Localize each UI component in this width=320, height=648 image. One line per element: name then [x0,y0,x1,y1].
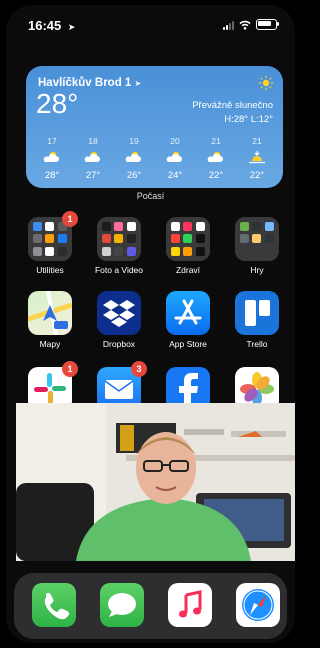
dock [14,573,287,639]
folder-foto-a-video[interactable]: Foto a Video [93,217,145,275]
forecast-item: 21 22° [196,136,236,181]
forecast-item: 17 28° [32,136,72,181]
weather-widget[interactable]: Havlíčkův Brod 1 ➤ 28° Převážně slunečno… [26,66,283,188]
folder-icon [235,217,279,261]
partly-sunny-icon [73,150,113,168]
video-frame [16,403,295,561]
phone-icon [32,583,76,627]
notification-badge: 1 [62,361,78,377]
partly-sunny-icon [32,150,72,168]
forecast-temp: 22° [208,170,224,181]
cellular-signal-icon [223,20,234,30]
music-icon [168,583,212,627]
app-label: Dropbox [102,339,136,349]
forecast-hour: 21 [252,136,262,146]
forecast-hour: 20 [170,136,180,146]
forecast-hour: 21 [211,136,221,146]
forecast-item: 18 27° [73,136,113,181]
location-arrow-icon: ➤ [134,79,142,88]
dropbox-icon [97,291,141,335]
forecast-hour: 19 [129,136,139,146]
weather-widget-label: Počasí [136,191,165,201]
folder-zdravi[interactable]: Zdraví [162,217,214,275]
forecast-item: 19 26° [114,136,154,181]
maps-icon [27,290,73,336]
partly-sunny-icon [155,150,195,168]
folder-icon [97,217,141,261]
app-label: Utilities [36,265,64,275]
app-label: App Store [169,339,207,349]
dock-music[interactable] [164,583,216,627]
app-label: Zdraví [175,265,201,275]
weather-high-low: H:28° L:12° [224,114,273,125]
forecast-item: 21 22° [237,136,277,181]
hourly-forecast: 17 28° 18 27° 19 26° 20 24° 21 22° 21 22… [32,136,277,181]
app-label: Trello [246,339,268,349]
app-label: Mapy [39,339,61,349]
app-store-icon [166,291,210,335]
folder-hry[interactable]: Hry [231,217,283,275]
forecast-hour: 18 [88,136,98,146]
folder-utilities[interactable]: 1 Utilities [24,211,78,275]
battery-icon [256,19,279,30]
app-trello[interactable]: Trello [231,291,283,349]
clock: 16:45 [28,18,62,33]
messages-icon [100,583,144,627]
home-screen: 16:45 ➤ Havlíčkův Brod 1 ➤ 28° Převážně … [6,5,295,643]
app-dropbox[interactable]: Dropbox [93,291,145,349]
picture-in-picture-video[interactable] [16,403,295,561]
app-app-store[interactable]: App Store [162,291,214,349]
wifi-icon [239,20,251,30]
sun-icon [259,76,273,90]
forecast-temp: 28° [44,170,60,181]
partly-sunny-icon [114,150,154,168]
sunset-icon [237,150,277,168]
forecast-item: 20 24° [155,136,195,181]
forecast-temp: 26° [126,170,142,181]
dock-phone[interactable] [28,583,80,627]
notification-badge: 1 [62,211,78,227]
app-label: Hry [250,265,264,275]
status-bar: 16:45 ➤ [6,5,295,41]
trello-icon [235,291,279,335]
partly-sunny-icon [196,150,236,168]
location-arrow-icon: ➤ [67,22,76,32]
safari-icon [236,583,280,627]
weather-condition: Převážně slunečno [192,100,273,111]
dock-messages[interactable] [96,583,148,627]
dock-safari[interactable] [232,583,284,627]
folder-icon [166,217,210,261]
forecast-temp: 24° [167,170,183,181]
forecast-hour: 17 [47,136,57,146]
notification-badge: 3 [131,361,147,377]
app-mapy[interactable]: Mapy [24,290,76,349]
forecast-temp: 22° [249,170,265,181]
app-label: Foto a Video [94,265,144,275]
forecast-temp: 27° [85,170,101,181]
folder-icon: 1 [28,211,78,261]
weather-temperature: 28° [36,88,79,119]
